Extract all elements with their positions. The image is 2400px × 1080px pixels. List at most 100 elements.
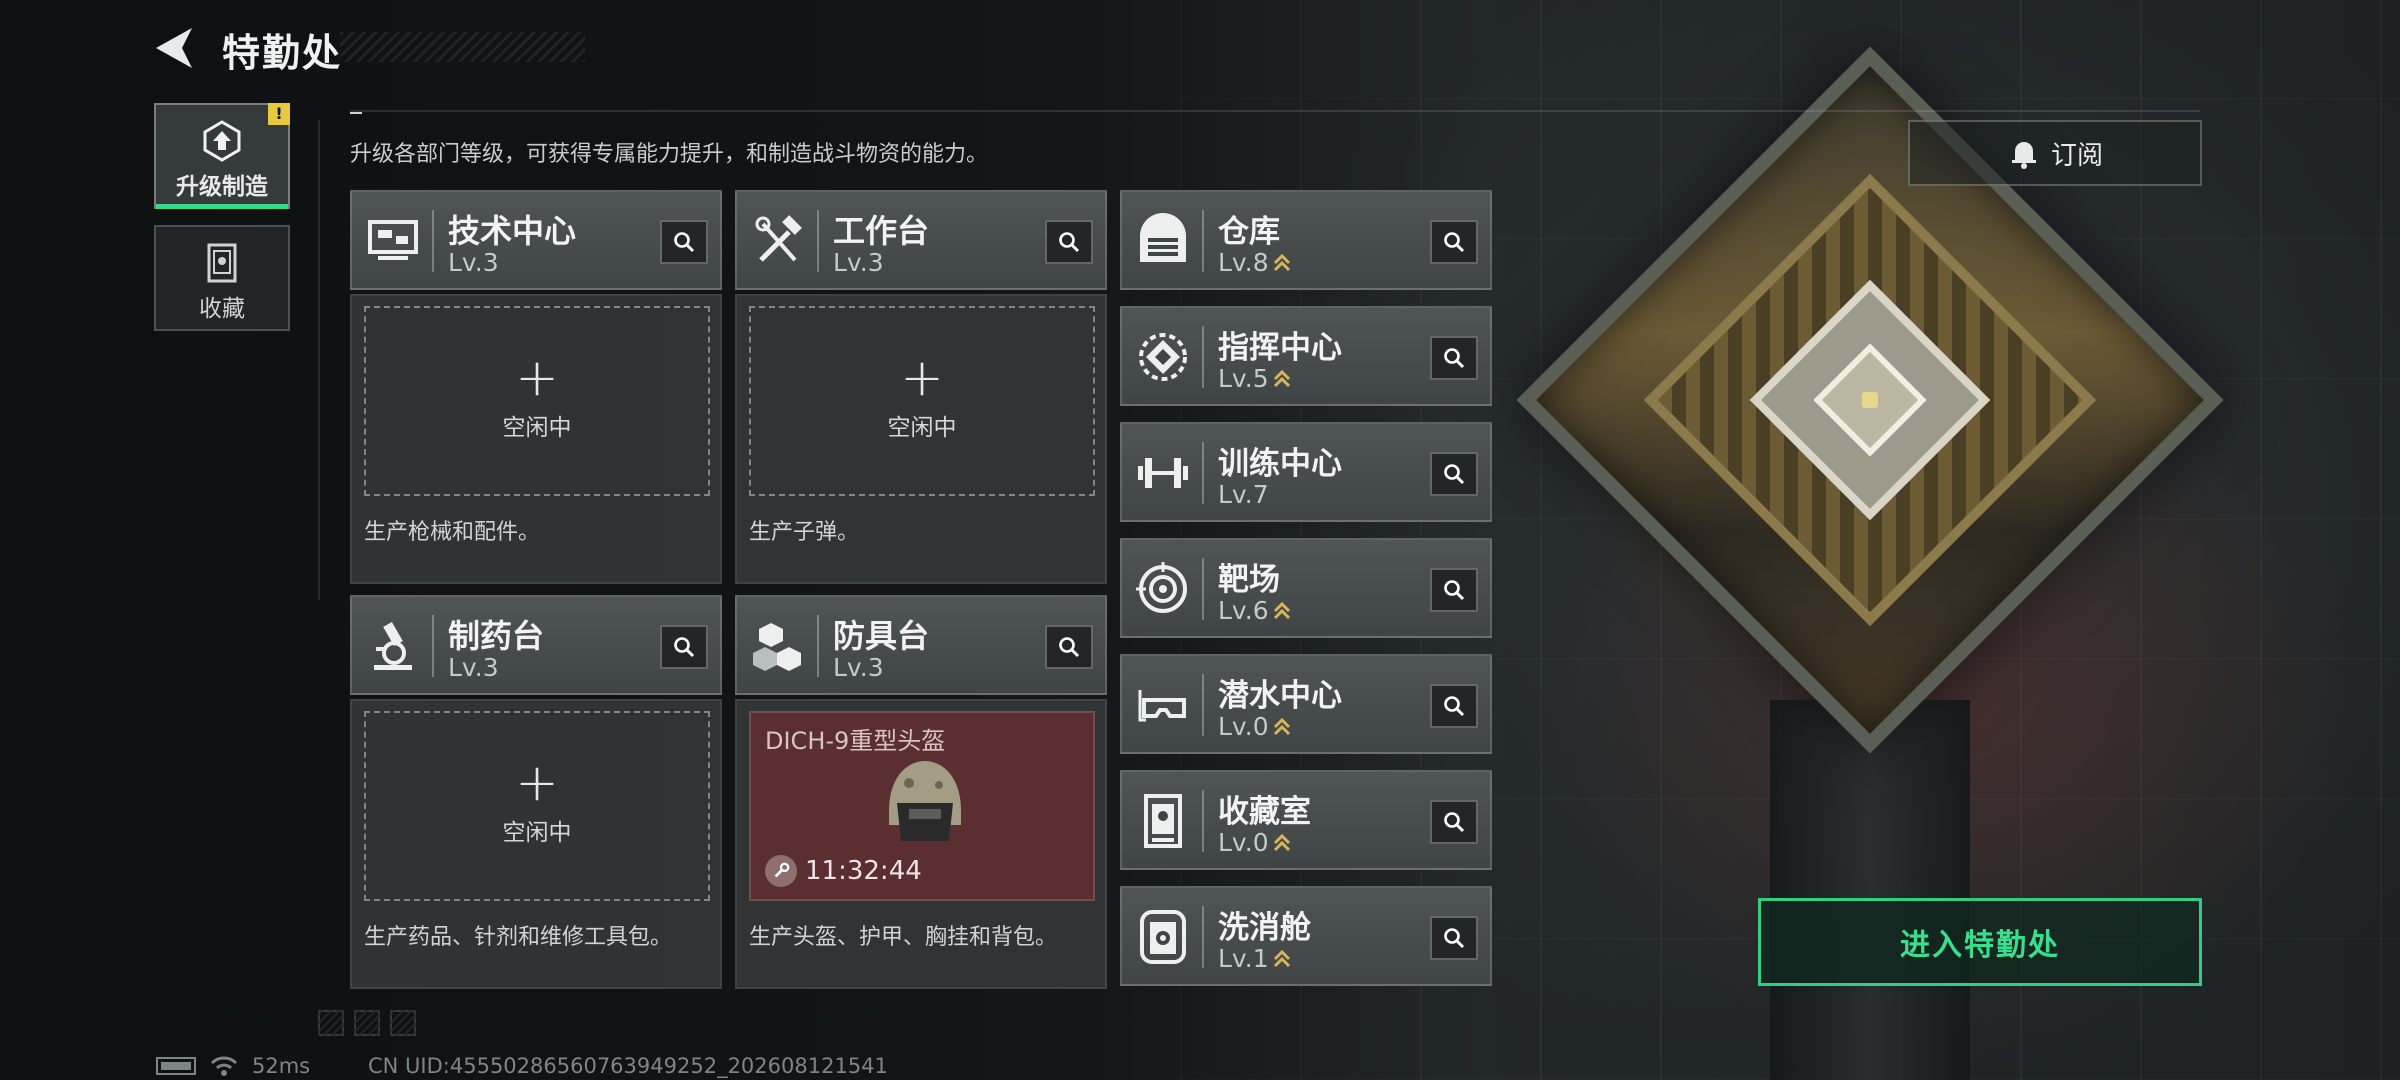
facility-level: Lv.5 bbox=[1218, 364, 1291, 393]
card-body: + 空闲中 生产枪械和配件。 bbox=[350, 294, 722, 584]
search-button[interactable] bbox=[1430, 800, 1478, 844]
search-button[interactable] bbox=[1430, 916, 1478, 960]
facility-item-diving-center[interactable]: 潜水中心 Lv.0 bbox=[1120, 654, 1492, 754]
workshop-description: 生产头盔、护甲、胸挂和背包。 bbox=[749, 925, 1058, 950]
search-icon bbox=[1059, 232, 1080, 253]
search-button[interactable] bbox=[660, 625, 708, 669]
card-body: + 空闲中 生产子弹。 bbox=[735, 294, 1107, 584]
workshop-card-armor[interactable]: 防具台 Lv.3 DICH-9重型头盔 11:32:44 生产头盔、护甲、胸挂和… bbox=[735, 595, 1107, 989]
subscribe-button[interactable]: 订阅 bbox=[1908, 120, 2202, 186]
facility-name: 训练中心 bbox=[1218, 446, 1342, 482]
corner-decoration bbox=[318, 1010, 416, 1036]
workshop-description: 生产枪械和配件。 bbox=[364, 520, 541, 545]
production-slot[interactable]: + 空闲中 bbox=[364, 711, 710, 901]
search-button[interactable] bbox=[1430, 220, 1478, 264]
tech-center-icon bbox=[368, 220, 418, 260]
crafting-slot[interactable]: DICH-9重型头盔 11:32:44 bbox=[749, 711, 1095, 901]
decontamination-icon bbox=[1140, 910, 1186, 964]
upgrade-icon bbox=[203, 120, 241, 162]
workshop-level: Lv.3 bbox=[833, 248, 884, 277]
workshop-description: 生产子弹。 bbox=[749, 520, 860, 545]
workshop-card-workbench[interactable]: 工作台 Lv.3 + 空闲中 生产子弹。 bbox=[735, 190, 1107, 584]
search-button[interactable] bbox=[1430, 452, 1478, 496]
plus-icon: + bbox=[515, 753, 559, 813]
facility-item-shooting-range[interactable]: 靶场 Lv.6 bbox=[1120, 538, 1492, 638]
upgrade-chevron-icon bbox=[1273, 833, 1290, 852]
facility-level: Lv.8 bbox=[1218, 248, 1291, 277]
facility-name: 洗消舱 bbox=[1218, 910, 1311, 946]
facility-name: 靶场 bbox=[1218, 562, 1280, 598]
search-button[interactable] bbox=[1045, 625, 1093, 669]
card-header: 防具台 Lv.3 bbox=[735, 595, 1107, 695]
helmet-icon bbox=[889, 761, 961, 841]
enter-special-ops-button[interactable]: 进入特勤处 bbox=[1758, 898, 2202, 986]
command-chip-icon bbox=[1139, 333, 1187, 381]
facility-item-training-center[interactable]: 训练中心 Lv.7 bbox=[1120, 422, 1492, 522]
workshop-level: Lv.3 bbox=[448, 653, 499, 682]
workshop-description: 生产药品、针剂和维修工具包。 bbox=[364, 925, 673, 950]
upgrade-chevron-icon bbox=[1273, 601, 1290, 620]
search-icon bbox=[1444, 812, 1465, 833]
search-icon bbox=[1444, 696, 1465, 717]
search-icon bbox=[1444, 580, 1465, 601]
search-icon bbox=[674, 232, 695, 253]
facility-level: Lv.0 bbox=[1218, 828, 1291, 857]
facility-level: Lv.1 bbox=[1218, 944, 1291, 973]
upgrade-chevron-icon bbox=[1273, 253, 1290, 272]
ping-value: 52ms bbox=[252, 1054, 311, 1078]
facility-level: Lv.0 bbox=[1218, 712, 1291, 741]
facility-item-warehouse[interactable]: 仓库 Lv.8 bbox=[1120, 190, 1492, 290]
search-icon bbox=[1444, 464, 1465, 485]
production-slot[interactable]: + 空闲中 bbox=[749, 306, 1095, 496]
crafting-timer: 11:32:44 bbox=[765, 855, 922, 887]
search-button[interactable] bbox=[660, 220, 708, 264]
page-subtitle: 升级各部门等级，可获得专属能力提升，和制造战斗物资的能力。 bbox=[350, 142, 989, 167]
facility-name: 收藏室 bbox=[1218, 794, 1311, 830]
crafting-item-name: DICH-9重型头盔 bbox=[765, 727, 946, 755]
warehouse-icon bbox=[1140, 213, 1186, 262]
workshop-level: Lv.3 bbox=[833, 653, 884, 682]
workshop-name: 工作台 bbox=[833, 212, 930, 250]
tab-upgrade-craft[interactable]: ! 升级制造 bbox=[154, 103, 290, 209]
search-icon bbox=[1444, 232, 1465, 253]
target-icon bbox=[1136, 562, 1187, 613]
tab-label: 收藏 bbox=[199, 296, 245, 322]
facility-name: 潜水中心 bbox=[1218, 678, 1342, 714]
search-button[interactable] bbox=[1430, 336, 1478, 380]
tab-collection[interactable]: 收藏 bbox=[154, 225, 290, 331]
armor-blocks-icon bbox=[753, 623, 801, 671]
facility-level: Lv.6 bbox=[1218, 596, 1291, 625]
back-arrow-icon[interactable] bbox=[152, 24, 196, 72]
facility-item-command-center[interactable]: 指挥中心 Lv.5 bbox=[1120, 306, 1492, 406]
search-icon bbox=[1444, 348, 1465, 369]
bell-icon bbox=[2011, 142, 2036, 169]
dumbbell-icon bbox=[1138, 458, 1188, 488]
search-button[interactable] bbox=[1430, 684, 1478, 728]
divider-vertical bbox=[318, 120, 320, 600]
facility-item-decontamination[interactable]: 洗消舱 Lv.1 bbox=[1120, 886, 1492, 986]
facility-name: 仓库 bbox=[1218, 214, 1280, 250]
diving-mask-icon bbox=[1138, 690, 1186, 722]
subscribe-label: 订阅 bbox=[2050, 140, 2103, 171]
facility-level: Lv.7 bbox=[1218, 480, 1269, 509]
production-slot[interactable]: + 空闲中 bbox=[364, 306, 710, 496]
battery-icon bbox=[156, 1057, 196, 1075]
user-uid: CN UID:4555028656076394925​2_20260812154… bbox=[368, 1054, 888, 1078]
facility-item-collection-room[interactable]: 收藏室 Lv.0 bbox=[1120, 770, 1492, 870]
workshop-name: 制药台 bbox=[448, 617, 545, 655]
upgrade-chevron-icon bbox=[1273, 369, 1290, 388]
card-header: 制药台 Lv.3 bbox=[350, 595, 722, 695]
title-stripe-decoration bbox=[340, 32, 585, 62]
card-header: 工作台 Lv.3 bbox=[735, 190, 1107, 290]
workshop-card-tech-center[interactable]: 技术中心 Lv.3 + 空闲中 生产枪械和配件。 bbox=[350, 190, 722, 584]
search-button[interactable] bbox=[1430, 568, 1478, 612]
workshop-level: Lv.3 bbox=[448, 248, 499, 277]
plus-icon: + bbox=[515, 348, 559, 408]
tab-label: 升级制造 bbox=[176, 174, 268, 200]
workshop-card-pharmacy[interactable]: 制药台 Lv.3 + 空闲中 生产药品、针剂和维修工具包。 bbox=[350, 595, 722, 989]
search-button[interactable] bbox=[1045, 220, 1093, 264]
divider-line bbox=[350, 110, 2200, 112]
plus-icon: + bbox=[900, 348, 944, 408]
upgrade-chevron-icon bbox=[1273, 717, 1290, 736]
slot-status: 空闲中 bbox=[502, 820, 572, 846]
